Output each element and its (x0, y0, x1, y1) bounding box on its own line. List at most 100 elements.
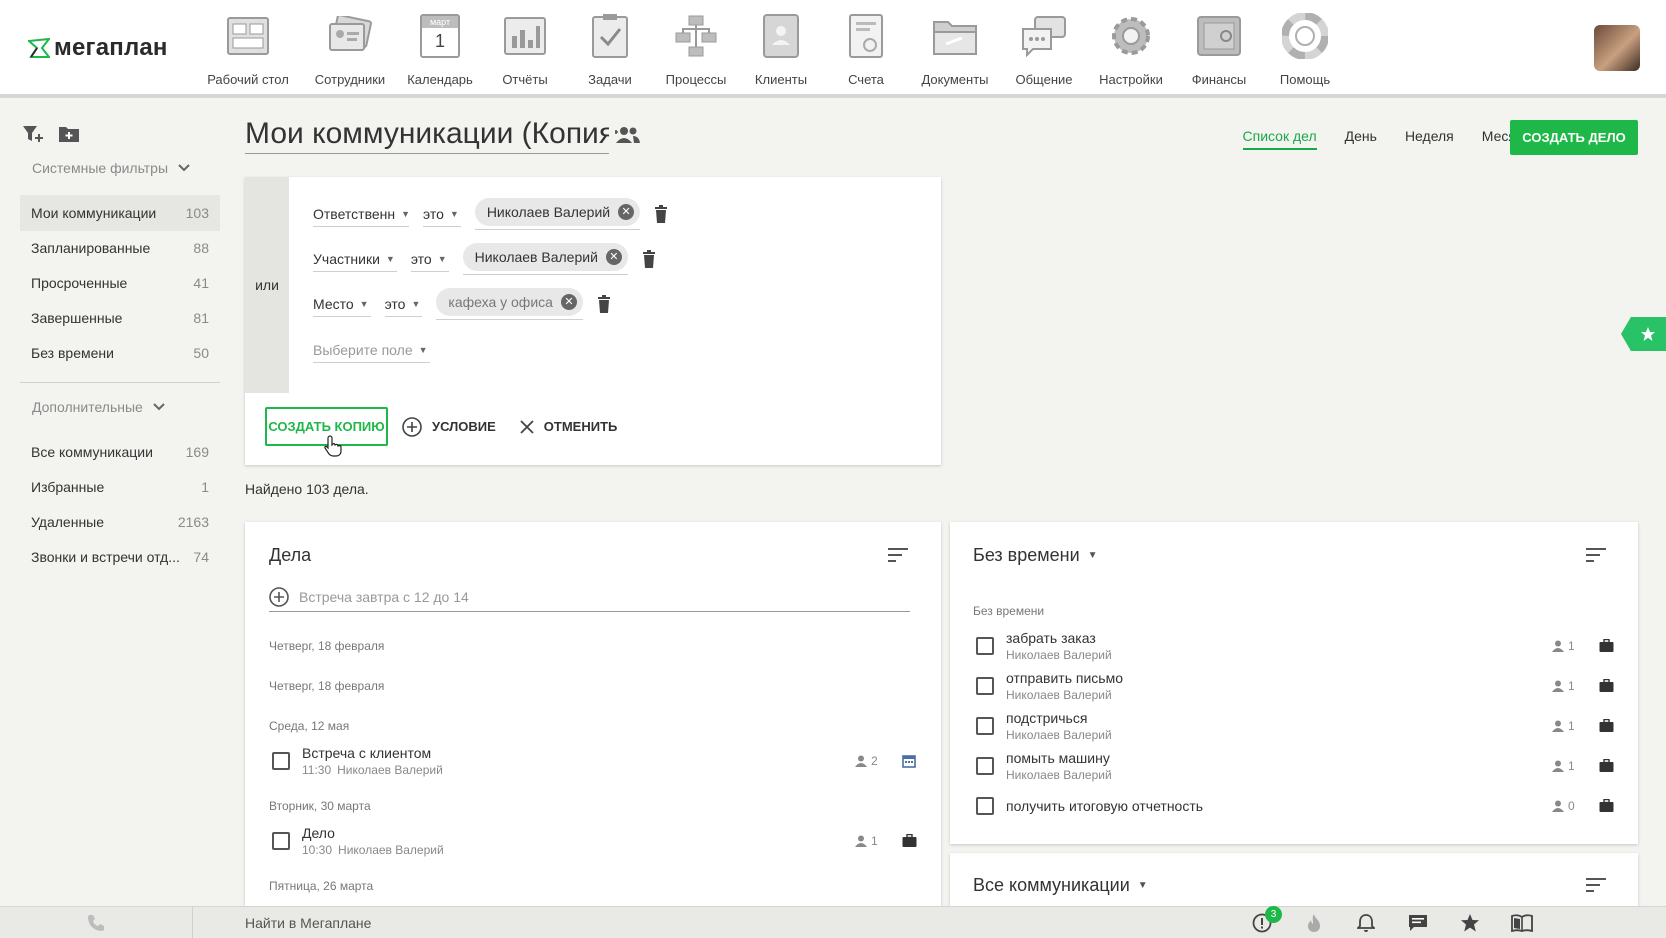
hot-button[interactable] (1288, 913, 1340, 933)
nav-settings[interactable]: Настройки (1094, 12, 1168, 87)
add-participants-icon[interactable] (615, 126, 641, 144)
task-row[interactable]: помыть машину Николаев Валерий (976, 748, 1112, 784)
task-name[interactable]: помыть машину (1006, 750, 1112, 766)
phone-button[interactable] (0, 907, 193, 938)
nav-chat[interactable]: Общение (1008, 12, 1080, 87)
task-checkbox[interactable] (976, 757, 994, 775)
task-name[interactable]: Дело (302, 825, 444, 841)
task-row[interactable]: Встреча с клиентом 11:30 Николаев Валерий (272, 743, 443, 779)
fire-icon (1308, 914, 1320, 932)
create-task-button[interactable]: СОЗДАТЬ ДЕЛО (1510, 120, 1638, 155)
task-name[interactable]: отправить письмо (1006, 670, 1123, 686)
sidebar-item-no-time[interactable]: Без времени 50 (20, 335, 220, 371)
sidebar-item-count: 2163 (177, 514, 209, 530)
nav-finance[interactable]: Финансы (1182, 12, 1256, 87)
or-connector[interactable]: или (245, 177, 289, 393)
task-checkbox[interactable] (976, 677, 994, 695)
favorites-button[interactable] (1444, 913, 1496, 933)
tab-week[interactable]: Неделя (1405, 128, 1454, 150)
task-row[interactable]: Дело 10:30 Николаев Валерий (272, 823, 444, 859)
task-name[interactable]: получить итоговую отчетность (1006, 798, 1203, 814)
briefcase-icon[interactable] (1599, 719, 1614, 733)
briefcase-icon[interactable] (1599, 639, 1614, 653)
sort-icon[interactable] (888, 548, 908, 562)
nav-employees[interactable]: Сотрудники (310, 12, 390, 87)
nav-invoices[interactable]: Счета (830, 12, 902, 87)
remove-chip-icon[interactable]: ✕ (605, 249, 622, 265)
user-avatar[interactable] (1594, 25, 1640, 71)
nav-reports[interactable]: Отчёты (490, 12, 560, 87)
task-checkbox[interactable] (272, 752, 290, 770)
value-field[interactable]: Николаев Валерий ✕ (462, 243, 628, 275)
global-search-input[interactable] (245, 915, 745, 931)
remove-chip-icon[interactable]: ✕ (618, 204, 635, 220)
cancel-button[interactable]: ОТМЕНИТЬ (520, 419, 617, 434)
sort-icon[interactable] (1586, 548, 1606, 562)
sidebar-item-deleted[interactable]: Удаленные 2163 (20, 504, 220, 540)
sort-icon[interactable] (1586, 878, 1606, 892)
calendar-icon[interactable] (901, 754, 916, 768)
sidebar-item-planned[interactable]: Запланированные 88 (20, 230, 220, 266)
task-checkbox[interactable] (976, 637, 994, 655)
task-row[interactable]: получить итоговую отчетность (976, 788, 1203, 824)
value-field[interactable]: кафеха у офиса ✕ (436, 288, 583, 320)
task-name[interactable]: Встреча с клиентом (302, 745, 443, 761)
operator-select[interactable]: это ▼ (423, 202, 461, 227)
remove-chip-icon[interactable]: ✕ (560, 294, 577, 310)
task-checkbox[interactable] (272, 832, 290, 850)
delete-condition-icon[interactable] (654, 205, 668, 223)
field-select[interactable]: Ответственн ▼ (313, 202, 409, 227)
add-folder-icon[interactable] (58, 124, 80, 144)
value-field[interactable]: Николаев Валерий ✕ (474, 198, 641, 230)
system-filters-header[interactable]: Системные фильтры (32, 160, 190, 176)
sidebar-item-all-communications[interactable]: Все коммуникации 169 (20, 434, 220, 470)
operator-select[interactable]: это ▼ (384, 292, 423, 317)
task-row[interactable]: отправить письмо Николаев Валерий (976, 668, 1123, 704)
task-row[interactable]: забрать заказ Николаев Валерий (976, 628, 1112, 664)
sidebar-item-overdue[interactable]: Просроченные 41 (20, 265, 220, 301)
quick-add-input[interactable] (299, 588, 859, 605)
bell-button[interactable] (1340, 913, 1392, 933)
sidebar-item-calls-meetings[interactable]: Звонки и встречи отд... 74 (20, 539, 220, 575)
nav-clients[interactable]: Клиенты (746, 12, 816, 87)
field-select[interactable]: Участники ▼ (313, 247, 397, 272)
no-time-card-title[interactable]: Без времени ▼ (973, 545, 1098, 566)
task-name[interactable]: подстричься (1006, 710, 1112, 726)
briefcase-icon[interactable] (902, 834, 917, 848)
favorites-side-tab[interactable] (1621, 317, 1666, 351)
extra-filters-header[interactable]: Дополнительные (32, 399, 165, 415)
field-select[interactable]: Место ▼ (313, 292, 371, 317)
nav-processes[interactable]: Процессы (660, 12, 732, 87)
operator-select[interactable]: это ▼ (410, 247, 449, 272)
megaplan-logo[interactable]: мегаплан (28, 34, 168, 62)
sidebar-item-completed[interactable]: Завершенные 81 (20, 300, 220, 336)
task-row[interactable]: подстричься Николаев Валерий (976, 708, 1112, 744)
delete-condition-icon[interactable] (597, 295, 611, 313)
briefcase-icon[interactable] (1599, 799, 1614, 813)
add-filter-icon[interactable] (22, 124, 44, 144)
select-field-placeholder: Выберите поле (313, 341, 413, 358)
sidebar-item-my-communications[interactable]: Мои коммуникации 103 (20, 195, 220, 231)
sidebar-item-favorites[interactable]: Избранные 1 (20, 469, 220, 505)
notifications-alert-button[interactable]: 3 (1236, 906, 1288, 933)
task-checkbox[interactable] (976, 717, 994, 735)
page-title[interactable]: Мои коммуникации (Копия) (245, 117, 609, 154)
knowledge-base-button[interactable] (1496, 914, 1548, 932)
briefcase-icon[interactable] (1599, 679, 1614, 693)
tab-list[interactable]: Список дел (1242, 128, 1317, 150)
briefcase-icon[interactable] (1599, 759, 1614, 773)
plus-circle-icon[interactable] (269, 586, 289, 607)
nav-desktop[interactable]: Рабочий стол (200, 12, 296, 87)
select-field-dropdown[interactable]: Выберите поле ▼ (313, 338, 430, 363)
messages-button[interactable] (1392, 914, 1444, 932)
delete-condition-icon[interactable] (642, 250, 656, 268)
task-name[interactable]: забрать заказ (1006, 630, 1112, 646)
task-checkbox[interactable] (976, 797, 994, 815)
add-condition-button[interactable]: УСЛОВИЕ (402, 416, 496, 437)
nav-tasks[interactable]: Задачи (574, 12, 646, 87)
nav-documents[interactable]: Документы (916, 12, 994, 87)
tab-day[interactable]: День (1345, 128, 1377, 150)
nav-calendar[interactable]: март 1 Календарь (404, 12, 476, 87)
all-communications-title[interactable]: Все коммуникации ▼ (973, 875, 1148, 896)
nav-help[interactable]: Помощь (1270, 12, 1340, 87)
